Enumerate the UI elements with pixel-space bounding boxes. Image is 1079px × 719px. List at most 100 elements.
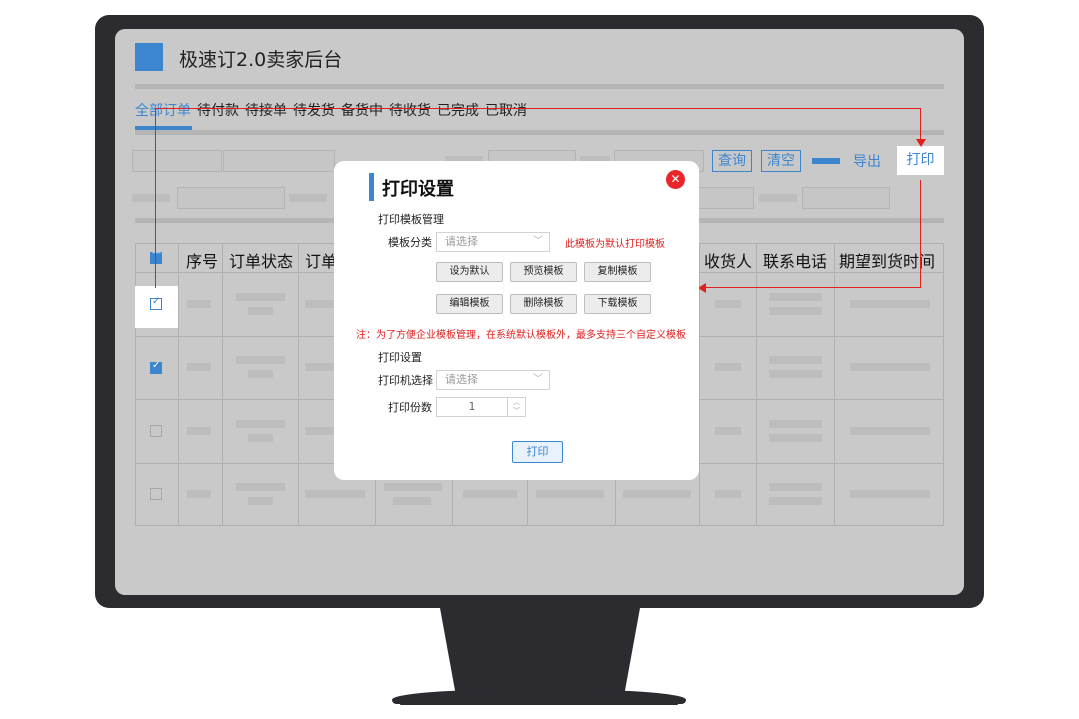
table-row — [187, 427, 211, 435]
table-row — [236, 420, 285, 428]
filter-field-7[interactable] — [802, 187, 890, 209]
table-row — [248, 307, 273, 315]
filter-field-6[interactable] — [698, 187, 754, 209]
row-checkbox[interactable] — [150, 360, 162, 374]
table-row — [305, 490, 365, 498]
table-row — [850, 300, 930, 308]
edit-template-button[interactable]: 编辑模板 — [436, 294, 503, 314]
table-row — [769, 434, 822, 442]
copy-template-button[interactable]: 复制模板 — [584, 262, 651, 282]
set-default-button[interactable]: 设为默认 — [436, 262, 503, 282]
close-icon[interactable]: ✕ — [666, 170, 685, 189]
dialog-title-accent — [369, 173, 374, 201]
table-row — [248, 497, 273, 505]
table-row — [769, 307, 822, 315]
table-row — [623, 490, 691, 498]
template-category-label: 模板分类 — [388, 236, 432, 249]
table-row — [305, 363, 335, 371]
tab-cancelled[interactable]: 已取消 — [485, 100, 527, 120]
chevron-down-icon: ﹀ — [533, 236, 543, 247]
table-row — [536, 490, 604, 498]
filter-label-placeholder — [132, 194, 170, 202]
printer-select[interactable]: 请选择 ﹀ — [436, 370, 550, 390]
app-title: 极速订2.0卖家后台 — [179, 49, 343, 71]
print-button[interactable]: 打印 — [897, 146, 944, 175]
col-header-index: 序号 — [186, 252, 219, 271]
row-checkbox[interactable] — [150, 296, 162, 310]
table-row — [187, 490, 211, 498]
table-row — [236, 483, 285, 491]
table-row — [393, 497, 431, 505]
col-header-receiver: 收货人 — [704, 252, 753, 271]
tab-all-orders[interactable]: 全部订单 — [135, 100, 191, 120]
table-row — [236, 356, 285, 364]
table-row — [384, 483, 442, 491]
filter-field-2[interactable] — [223, 150, 335, 172]
table-row — [187, 363, 211, 371]
guide-line-bottom — [705, 287, 921, 288]
table-row — [769, 356, 822, 364]
row-checkbox[interactable] — [150, 425, 162, 437]
guide-line-right-lower — [920, 180, 921, 288]
table-row — [769, 497, 822, 505]
export-button[interactable]: 导出 — [853, 151, 881, 171]
chevron-down-icon: ﹀ — [533, 374, 543, 385]
tab-preparing[interactable]: 备货中 — [341, 100, 383, 120]
order-tabs: 全部订单 待付款 待接单 待发货 备货中 待收货 已完成 已取消 — [135, 100, 527, 120]
tab-completed[interactable]: 已完成 — [437, 100, 479, 120]
col-header-phone: 联系电话 — [763, 252, 828, 271]
copies-label: 打印份数 — [388, 401, 432, 414]
guide-line-left — [155, 108, 156, 288]
table-row — [248, 370, 273, 378]
col-header-order: 订单 — [305, 252, 338, 271]
table-row — [187, 300, 211, 308]
stage: 极速订2.0卖家后台 全部订单 待付款 待接单 待发货 备货中 待收货 已完成 … — [0, 0, 1079, 719]
table-row — [715, 363, 741, 371]
table-row — [248, 434, 273, 442]
copies-stepper[interactable]: 1 ︿ ﹀ — [436, 397, 526, 417]
table-row — [715, 300, 741, 308]
template-category-placeholder: 请选择 — [445, 235, 478, 248]
arrow-down-icon — [916, 139, 926, 147]
toolbar-blue-button[interactable] — [812, 158, 840, 164]
filter-label-placeholder — [289, 194, 327, 202]
table-row — [305, 300, 335, 308]
tabs-divider — [135, 130, 944, 135]
select-all-checkbox[interactable] — [150, 248, 162, 264]
monitor-foot — [392, 690, 686, 704]
query-button[interactable]: 查询 — [712, 150, 752, 172]
table-row — [769, 483, 822, 491]
template-category-select[interactable]: 请选择 ﹀ — [436, 232, 550, 252]
arrow-left-icon — [698, 283, 706, 293]
copies-value: 1 — [468, 400, 476, 413]
download-template-button[interactable]: 下载模板 — [584, 294, 651, 314]
preview-template-button[interactable]: 预览模板 — [510, 262, 577, 282]
col-header-status: 订单状态 — [229, 252, 294, 271]
dialog-print-button[interactable]: 打印 — [512, 441, 563, 463]
delete-template-button[interactable]: 删除模板 — [510, 294, 577, 314]
tab-pending-receive[interactable]: 待收货 — [389, 100, 431, 120]
section-template-management: 打印模板管理 — [378, 213, 444, 226]
filter-field-1[interactable] — [132, 150, 222, 172]
table-row — [850, 490, 930, 498]
printer-placeholder: 请选择 — [445, 373, 478, 386]
stepper-arrows-icon[interactable]: ︿ ﹀ — [507, 398, 525, 416]
filter-label-placeholder — [759, 194, 797, 202]
tab-pending-payment[interactable]: 待付款 — [197, 100, 239, 120]
filter-field-5[interactable] — [177, 187, 285, 209]
table-row — [236, 293, 285, 301]
table-row — [769, 293, 822, 301]
template-limit-note: 注：为了方便企业模板管理，在系统默认模板外，最多支持三个自定义模板 — [356, 330, 686, 341]
guide-line-right-upper — [920, 108, 921, 140]
clear-button[interactable]: 清空 — [761, 150, 801, 172]
default-template-hint: 此模板为默认打印模板 — [565, 239, 665, 250]
tab-pending-accept[interactable]: 待接单 — [245, 100, 287, 120]
tab-pending-ship[interactable]: 待发货 — [293, 100, 335, 120]
row-checkbox[interactable] — [150, 488, 162, 500]
table-row — [769, 420, 822, 428]
guide-line-top — [155, 108, 921, 109]
table-row — [850, 363, 930, 371]
table-row — [850, 427, 930, 435]
print-settings-dialog: 打印设置 ✕ 打印模板管理 模板分类 请选择 ﹀ 此模板为默认打印模板 设为默认… — [334, 161, 699, 480]
monitor-foot-shadow — [400, 703, 678, 705]
